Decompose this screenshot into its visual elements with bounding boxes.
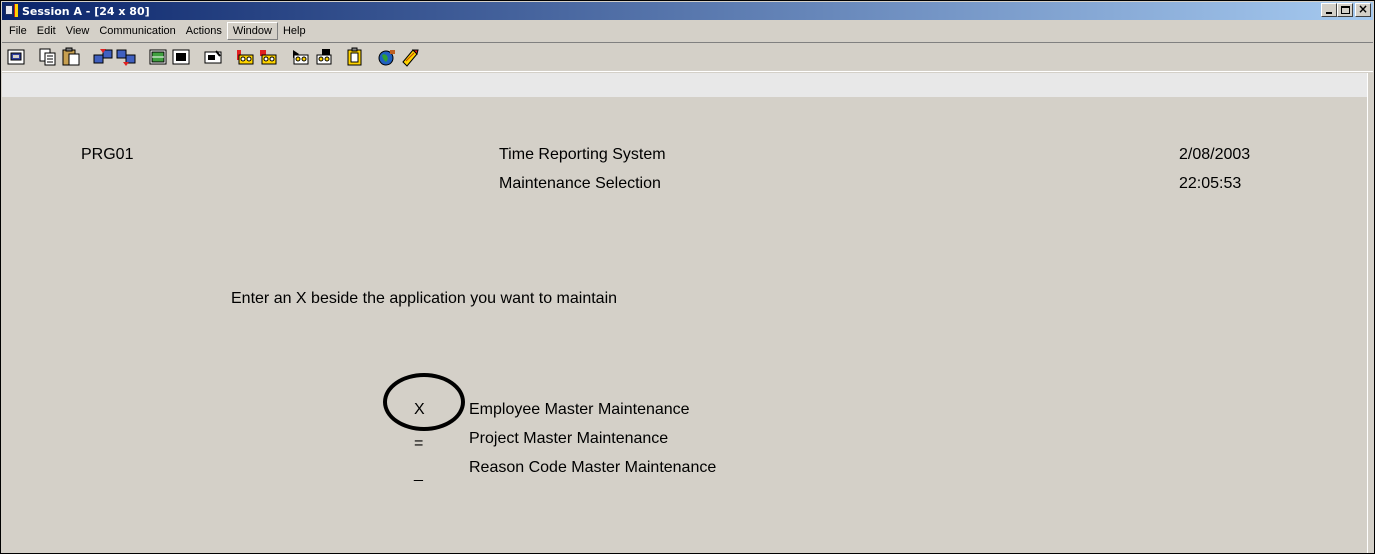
right-gutter [1367, 73, 1374, 553]
title-bar[interactable]: Session A - [24 x 80] × [2, 2, 1373, 20]
macro-edit-icon[interactable] [312, 47, 334, 67]
globe-icon[interactable] [376, 47, 398, 67]
maximize-icon [1341, 6, 1350, 14]
program-id: PRG01 [81, 146, 134, 163]
menu-file[interactable]: File [4, 23, 32, 39]
window-title: Session A - [24 x 80] [22, 4, 150, 18]
close-icon: × [1357, 2, 1369, 16]
minimize-button[interactable] [1321, 3, 1337, 17]
terminal-top-band [2, 73, 1367, 97]
paste-icon[interactable] [60, 47, 82, 67]
macro-stop-icon[interactable] [257, 47, 279, 67]
menu-actions[interactable]: Actions [181, 23, 227, 39]
session-icon [5, 4, 19, 18]
help-icon[interactable] [399, 47, 421, 67]
option-input-project[interactable]: = [414, 430, 423, 458]
close-button[interactable]: × [1355, 2, 1371, 17]
system-date: 2/08/2003 [1179, 146, 1251, 163]
option-label-employee: Employee Master Maintenance [469, 401, 690, 418]
instruction-text: Enter an X beside the application you wa… [231, 290, 618, 307]
option-input-employee[interactable]: X [414, 396, 425, 424]
send-file-icon[interactable] [92, 47, 114, 67]
display-session-icon[interactable] [5, 47, 27, 67]
copy-icon[interactable] [37, 47, 59, 67]
minimize-icon [1326, 12, 1332, 14]
menu-communication[interactable]: Communication [94, 23, 180, 39]
macro-play-icon[interactable] [289, 47, 311, 67]
print-screen-icon[interactable] [202, 47, 224, 67]
option-label-project: Project Master Maintenance [469, 430, 669, 447]
color-map-icon[interactable] [170, 47, 192, 67]
menu-edit[interactable]: Edit [32, 23, 61, 39]
macro-record-icon[interactable] [234, 47, 256, 67]
menu-help[interactable]: Help [278, 23, 311, 39]
maximize-button[interactable] [1337, 3, 1353, 17]
menu-bar: File Edit View Communication Actions Win… [2, 20, 1373, 41]
system-time: 22:05:53 [1179, 175, 1242, 192]
screen-subtitle: Maintenance Selection [499, 175, 661, 192]
option-label-reason-code: Reason Code Master Maintenance [469, 459, 717, 476]
receive-file-icon[interactable] [115, 47, 137, 67]
keyboard-map-icon[interactable] [147, 47, 169, 67]
menu-view[interactable]: View [61, 23, 95, 39]
menu-window[interactable]: Window [226, 21, 278, 40]
option-input-reason-code[interactable]: _ [414, 460, 423, 488]
clipboard-icon[interactable] [344, 47, 366, 67]
toolbar [2, 42, 1373, 72]
screen-title: Time Reporting System [499, 146, 666, 163]
